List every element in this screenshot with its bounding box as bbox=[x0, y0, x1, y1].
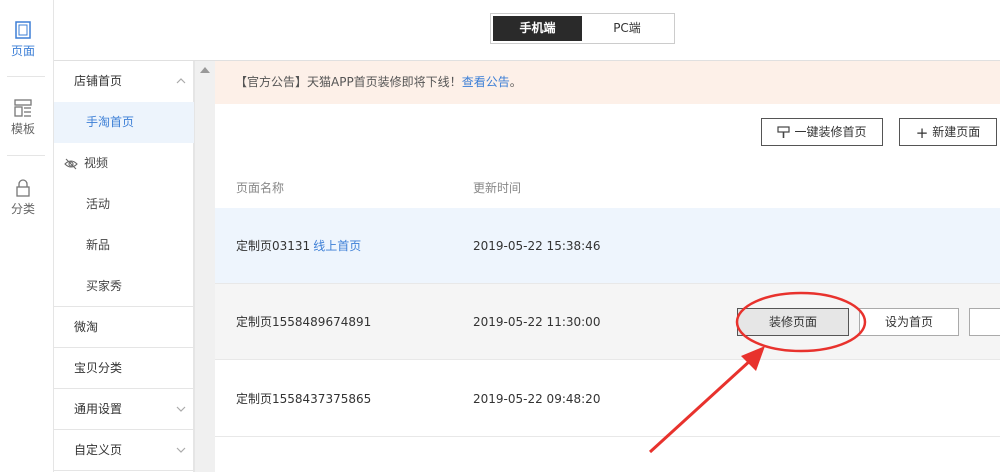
page-name-text: 定制页03131 bbox=[236, 239, 311, 253]
rail-label-page: 页面 bbox=[10, 44, 35, 58]
pc-tab[interactable]: PC端 bbox=[582, 16, 672, 41]
new-page-button[interactable]: + 新建页面 bbox=[899, 118, 997, 146]
online-home-link[interactable]: 线上首页 bbox=[313, 239, 361, 253]
row-update-time: 2019-05-22 09:48:20 bbox=[473, 392, 601, 406]
more-button[interactable] bbox=[969, 308, 1000, 336]
rail-label-template: 模板 bbox=[10, 122, 35, 136]
submenu-scrollbar[interactable] bbox=[194, 61, 215, 472]
device-switch: 手机端 PC端 bbox=[490, 13, 675, 44]
icon-rail: 页面 模板 分类 bbox=[0, 0, 54, 472]
plus-icon: + bbox=[915, 123, 929, 142]
menu-weitao[interactable]: 微淘 bbox=[54, 307, 194, 348]
notice-text: 【官方公告】天猫APP首页装修即将下线！ bbox=[235, 75, 462, 89]
notice-link[interactable]: 查看公告 bbox=[462, 75, 510, 89]
page-icon bbox=[15, 21, 31, 39]
table-row[interactable]: 定制页03131 线上首页 2019-05-22 15:38:46 bbox=[215, 208, 1000, 284]
scroll-up-arrow-icon[interactable] bbox=[200, 67, 210, 73]
menu-label: 店铺首页 bbox=[74, 74, 123, 88]
menu-category[interactable]: 宝贝分类 bbox=[54, 348, 194, 389]
row-page-name: 定制页1558437375865 bbox=[236, 392, 372, 406]
main-content: 【官方公告】天猫APP首页装修即将下线！查看公告。 一键装修首页 + 新建页面 页… bbox=[215, 61, 1000, 472]
menu-custom[interactable]: 自定义页 bbox=[54, 430, 194, 471]
chevron-down-icon bbox=[176, 447, 186, 453]
rail-item-template[interactable]: 模板 bbox=[0, 98, 46, 137]
rail-item-category[interactable]: 分类 bbox=[0, 178, 46, 217]
table-row[interactable]: 定制页1558437375865 2019-05-22 09:48:20 bbox=[215, 361, 1000, 437]
menu-store-home[interactable]: 店铺首页 bbox=[54, 61, 194, 102]
menu-video[interactable]: 视频 bbox=[54, 143, 194, 184]
chevron-down-icon bbox=[176, 406, 186, 412]
top-bar: 手机端 PC端 bbox=[54, 0, 1000, 61]
one-click-decorate-button[interactable]: 一键装修首页 bbox=[761, 118, 883, 146]
brush-icon bbox=[777, 126, 791, 138]
table-row[interactable]: 定制页1558489674891 2019-05-22 11:30:00 装修页… bbox=[215, 284, 1000, 360]
page-submenu: 店铺首页 手淘首页 视频 活动 新品 买家秀 微淘 宝贝分类 通用设置 自定义页 bbox=[54, 61, 194, 472]
rail-divider bbox=[7, 76, 45, 77]
rail-label-category: 分类 bbox=[10, 202, 35, 216]
menu-tao-home[interactable]: 手淘首页 bbox=[54, 102, 194, 143]
rail-divider bbox=[7, 155, 45, 156]
set-home-button[interactable]: 设为首页 bbox=[859, 308, 959, 336]
table-header: 页面名称 更新时间 bbox=[215, 168, 1000, 208]
chevron-up-icon bbox=[176, 78, 186, 84]
menu-settings[interactable]: 通用设置 bbox=[54, 389, 194, 430]
menu-buyer-show[interactable]: 买家秀 bbox=[54, 266, 194, 307]
rail-item-page[interactable]: 页面 bbox=[0, 20, 46, 59]
col-page-name: 页面名称 bbox=[236, 181, 285, 195]
row-update-time: 2019-05-22 11:30:00 bbox=[473, 315, 601, 329]
eye-hidden-icon bbox=[64, 158, 78, 169]
notice-tail: 。 bbox=[509, 75, 522, 89]
row-update-time: 2019-05-22 15:38:46 bbox=[473, 239, 601, 253]
decorate-page-button[interactable]: 装修页面 bbox=[737, 308, 849, 336]
col-update-time: 更新时间 bbox=[473, 181, 522, 195]
one-click-label: 一键装修首页 bbox=[794, 125, 867, 139]
row-page-name: 定制页1558489674891 bbox=[236, 315, 372, 329]
menu-label: 视频 bbox=[84, 156, 109, 170]
lock-icon bbox=[16, 179, 30, 197]
new-page-label: 新建页面 bbox=[932, 125, 981, 139]
notice-banner: 【官方公告】天猫APP首页装修即将下线！查看公告。 bbox=[215, 61, 1000, 104]
menu-new[interactable]: 新品 bbox=[54, 225, 194, 266]
menu-label: 通用设置 bbox=[74, 402, 123, 416]
menu-activity[interactable]: 活动 bbox=[54, 184, 194, 225]
mobile-tab[interactable]: 手机端 bbox=[493, 16, 582, 41]
template-icon bbox=[14, 99, 32, 117]
row-page-name: 定制页03131 线上首页 bbox=[236, 208, 361, 284]
menu-label: 自定义页 bbox=[74, 443, 123, 457]
